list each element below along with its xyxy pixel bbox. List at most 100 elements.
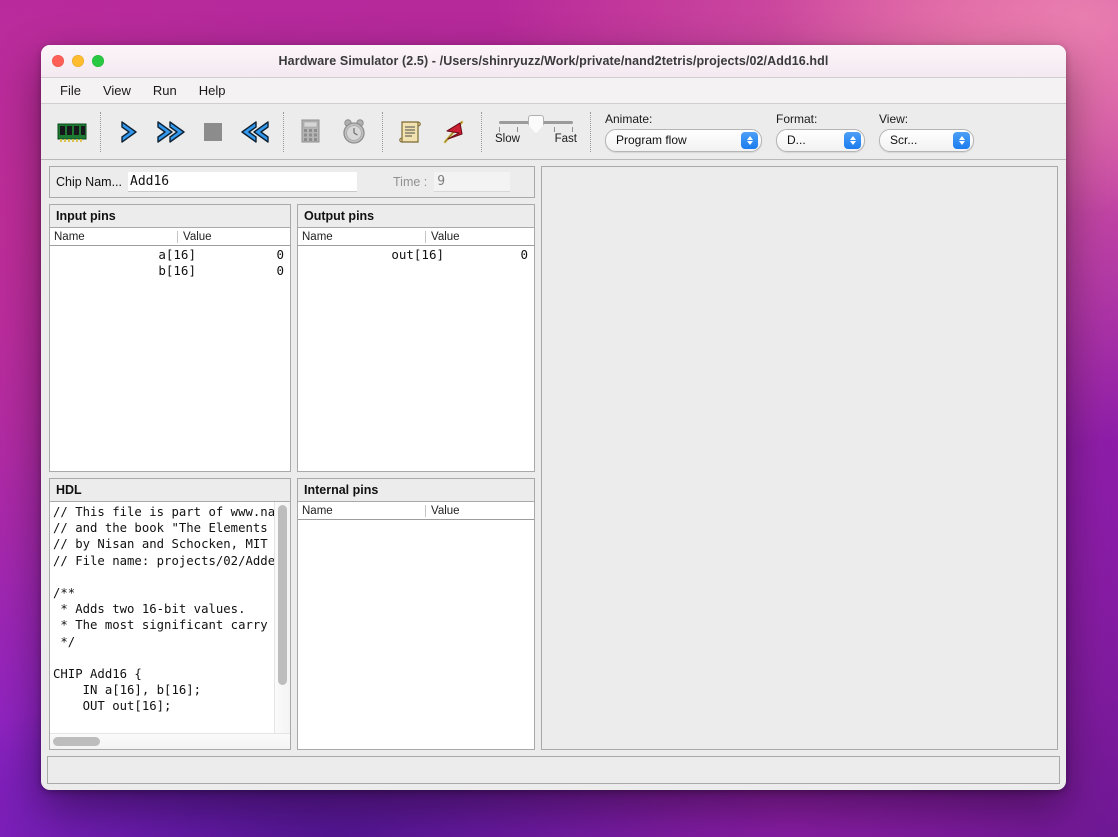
run-icon [157, 120, 185, 143]
pin-value[interactable]: 0 [200, 263, 290, 278]
input-pins-title: Input pins [50, 205, 290, 228]
clock-button[interactable] [333, 112, 375, 152]
format-label: Format: [776, 111, 818, 126]
script-button[interactable] [390, 112, 432, 152]
stop-button[interactable] [192, 112, 234, 152]
single-step-button[interactable] [108, 112, 150, 152]
close-button[interactable] [52, 55, 64, 67]
simulation-view-panel[interactable] [541, 166, 1058, 750]
menu-run[interactable]: Run [142, 81, 188, 100]
format-dropdown[interactable]: D... [776, 128, 865, 152]
left-column: Chip Nam... Time : Input pins Name Value… [49, 166, 535, 752]
title-bar: Hardware Simulator (2.5) - /Users/shinry… [41, 45, 1066, 78]
maximize-button[interactable] [92, 55, 104, 67]
menu-help[interactable]: Help [188, 81, 237, 100]
output-pins-body: out[16] 0 [298, 246, 534, 471]
menu-file[interactable]: File [49, 81, 92, 100]
internal-pins-body [298, 520, 534, 749]
pin-name: out[16] [391, 246, 444, 262]
animate-dropdown[interactable]: Program flow [605, 128, 762, 152]
toolbar-separator-1 [100, 111, 101, 152]
pin-name: b[16] [158, 262, 196, 278]
toolbar-separator-4 [481, 111, 482, 152]
animate-field: Animate: Program flow [605, 112, 762, 152]
view-dropdown[interactable]: Scr... [879, 128, 974, 152]
hdl-code[interactable]: // This file is part of www.nand // and … [50, 502, 274, 733]
hdl-panel: HDL // This file is part of www.nand // … [49, 478, 291, 750]
column-header-name: Name [298, 504, 426, 517]
internal-pins-header: Name Value [298, 502, 534, 520]
hdl-vertical-scroll-thumb[interactable] [278, 505, 287, 686]
window-controls [52, 55, 104, 67]
internal-pins-title: Internal pins [298, 479, 534, 502]
view-label: View: [879, 111, 909, 126]
column-header-value: Value [431, 230, 460, 243]
input-pins-panel: Input pins Name Value a[16] 0 b[16] 0 [49, 204, 291, 472]
table-row[interactable]: a[16] 0 [50, 246, 290, 262]
time-input[interactable] [434, 172, 511, 192]
hdl-title: HDL [50, 479, 290, 502]
internal-pins-panel: Internal pins Name Value [297, 478, 535, 750]
pin-value: 0 [520, 246, 528, 262]
right-column [541, 166, 1058, 752]
menu-view[interactable]: View [92, 81, 142, 100]
run-button[interactable] [150, 112, 192, 152]
output-pins-title: Output pins [298, 205, 534, 228]
hdl-vertical-scrollbar[interactable] [274, 502, 290, 733]
hdl-horizontal-scroll-thumb[interactable] [53, 737, 100, 746]
table-row[interactable]: b[16] 0 [50, 262, 290, 278]
chevron-updown-icon [741, 131, 758, 149]
menu-bar: File View Run Help [41, 78, 1066, 104]
script-icon [399, 120, 421, 143]
output-pins-panel: Output pins Name Value out[16] 0 [297, 204, 535, 472]
calculator-icon [301, 119, 320, 142]
toolbar: Slow Fast Animate: Program flow Format: … [41, 104, 1066, 160]
chip-name-bar: Chip Nam... Time : [49, 166, 535, 198]
chip-name-input[interactable] [128, 172, 357, 192]
chevron-updown-icon [953, 131, 970, 149]
toolbar-separator-2 [283, 111, 284, 152]
breakpoints-button[interactable] [432, 112, 474, 152]
main-content: Chip Nam... Time : Input pins Name Value… [41, 160, 1066, 752]
window-title: Hardware Simulator (2.5) - /Users/shinry… [278, 54, 829, 68]
pin-name: a[16] [158, 246, 196, 262]
speed-slider-track[interactable] [499, 114, 573, 134]
column-header-value: Value [431, 504, 460, 517]
status-bar [47, 756, 1060, 784]
speed-slider-labels: Slow Fast [495, 133, 577, 145]
table-row[interactable]: out[16] 0 [298, 246, 534, 262]
toolbar-separator-3 [382, 111, 383, 152]
hdl-horizontal-scrollbar[interactable] [50, 733, 290, 749]
speed-slow-label: Slow [495, 132, 520, 145]
format-value: D... [787, 133, 806, 147]
format-field: Format: D... [776, 112, 865, 152]
minimize-button[interactable] [72, 55, 84, 67]
toolbar-separator-5 [590, 111, 591, 152]
flag-icon [443, 120, 464, 143]
hdl-row: HDL // This file is part of www.nand // … [49, 478, 535, 750]
pin-value[interactable]: 0 [200, 247, 290, 262]
rewind-icon [241, 120, 269, 143]
speed-fast-label: Fast [554, 132, 577, 145]
rewind-button[interactable] [234, 112, 276, 152]
chip-name-label: Chip Nam... [56, 175, 122, 189]
time-label: Time : [393, 175, 428, 189]
column-header-name: Name [50, 230, 178, 243]
speed-slider[interactable]: Slow Fast [495, 110, 577, 154]
pins-row: Input pins Name Value a[16] 0 b[16] 0 Ou… [49, 204, 535, 472]
chevron-updown-icon [844, 131, 861, 149]
column-header-name: Name [298, 230, 426, 243]
input-pins-body: a[16] 0 b[16] 0 [50, 246, 290, 471]
hardware-simulator-window: Hardware Simulator (2.5) - /Users/shinry… [41, 45, 1066, 790]
animate-label: Animate: [605, 111, 653, 126]
single-step-icon [121, 120, 137, 143]
clock-icon [343, 118, 365, 144]
load-chip-button[interactable] [51, 112, 93, 152]
stop-icon [204, 122, 222, 141]
view-field: View: Scr... [879, 112, 974, 152]
view-value: Scr... [890, 133, 918, 147]
animate-value: Program flow [616, 133, 687, 147]
output-pins-header: Name Value [298, 228, 534, 246]
calculator-button[interactable] [291, 112, 333, 152]
hdl-editor-area: // This file is part of www.nand // and … [50, 502, 290, 733]
